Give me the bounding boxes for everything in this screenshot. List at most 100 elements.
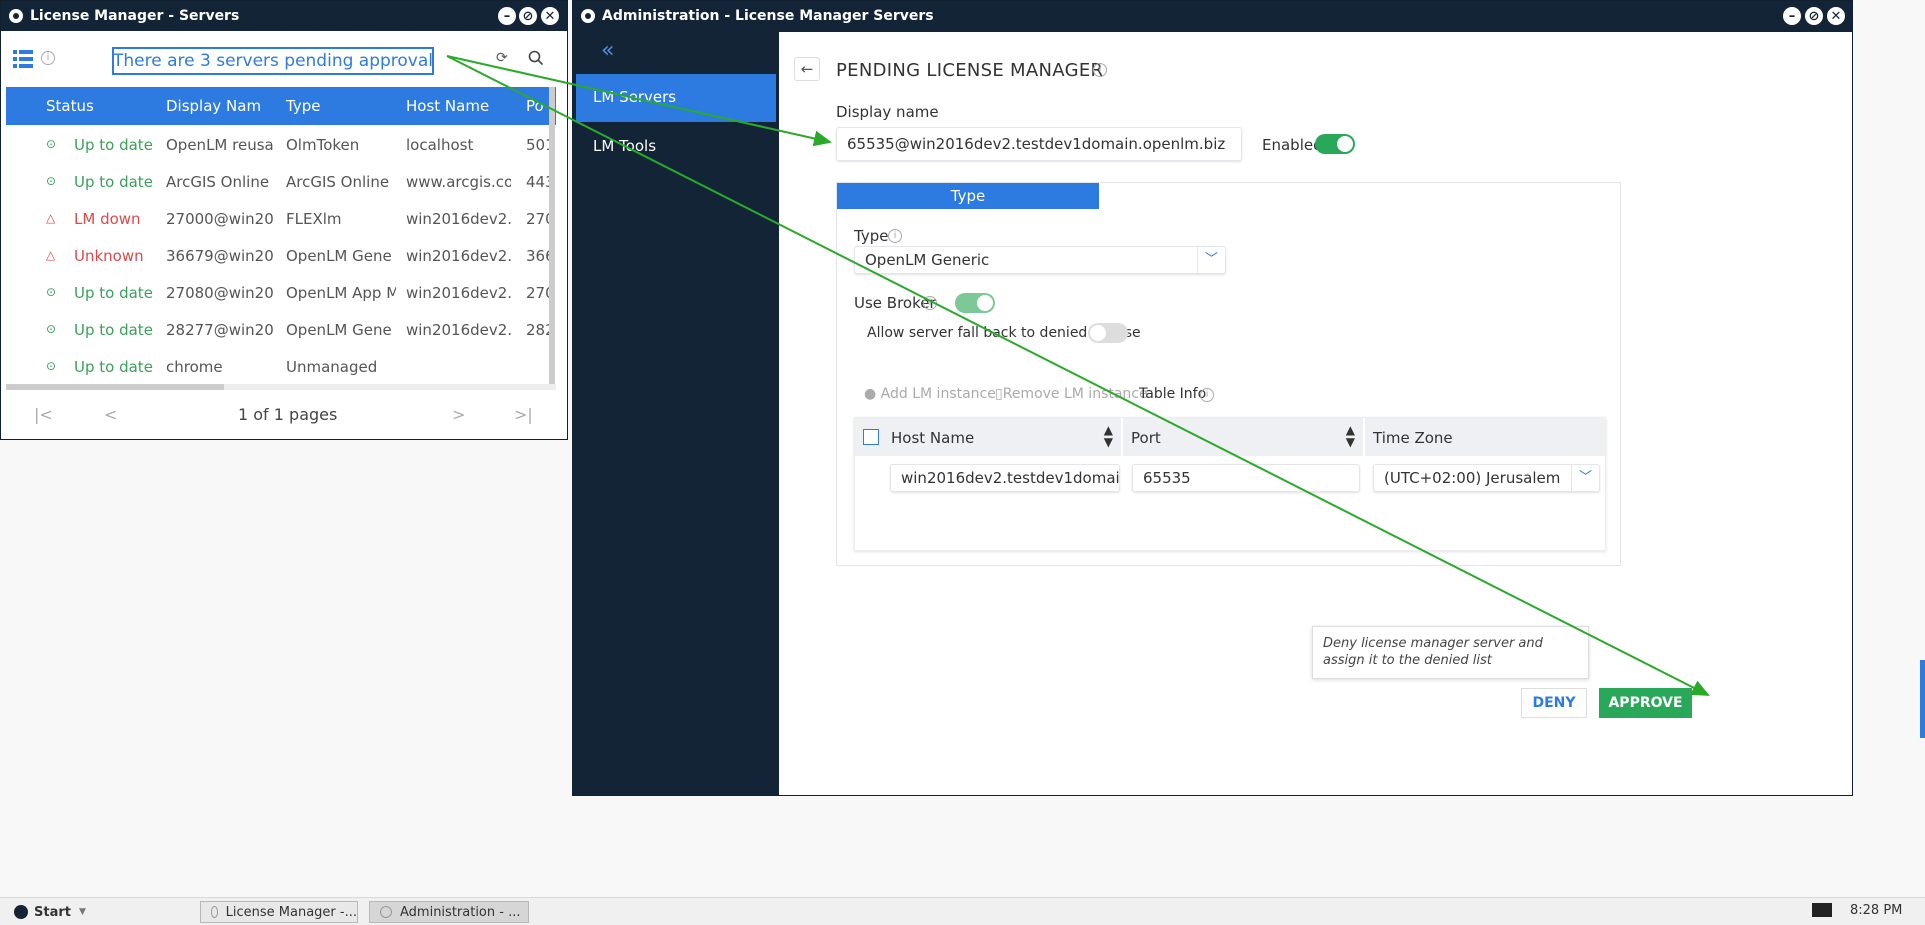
edge-accent (1920, 660, 1925, 738)
col-time-zone[interactable]: Time Zone (1367, 418, 1605, 456)
table-row[interactable]: △ LM down 27000@win20 FLEXlm win2016dev2.t 27… (6, 200, 556, 237)
restore-icon[interactable]: ⊘ (1805, 7, 1823, 25)
col-port[interactable]: Port ▲ ▼ (1125, 418, 1365, 456)
sort-icon[interactable]: ▲ ▼ (1104, 424, 1113, 448)
chevron-down-icon[interactable]: ﹀ (1571, 465, 1599, 491)
info-icon[interactable]: i (41, 51, 55, 65)
remove-lm-instance-button[interactable]: ▯Remove LM instance (995, 386, 1148, 402)
type-select-value: OpenLM Generic (865, 251, 990, 269)
row-type: Unmanaged (286, 358, 378, 376)
table-row[interactable]: ⊙ Up to date ArcGIS Online ArcGIS Online www… (6, 163, 556, 200)
warning-icon: △ (46, 211, 56, 225)
servers-list-icon[interactable] (13, 50, 33, 68)
col-type[interactable]: Type (286, 97, 320, 115)
info-icon[interactable]: i (923, 296, 937, 310)
table-info-label: Table Info (1139, 386, 1207, 402)
next-page-icon[interactable]: > (452, 405, 465, 424)
row-status: Up to date (74, 358, 153, 376)
row-display: 36679@win20 (166, 247, 274, 265)
info-icon[interactable]: i (888, 229, 902, 243)
table-row[interactable]: ⊙ Up to date 28277@win20 OpenLM Gene win2016… (6, 311, 556, 348)
col-host-name[interactable]: Host Name (406, 97, 489, 115)
row-status: Up to date (74, 136, 153, 154)
row-type: ArcGIS Online (286, 173, 390, 191)
taskbar: Start ▼ License Manager -... Administrat… (0, 897, 1925, 925)
chevron-down-icon[interactable]: ﹀ (1197, 247, 1225, 273)
select-all-checkbox[interactable] (863, 429, 879, 445)
chevron-down-icon: ▼ (78, 907, 86, 917)
lm-titlebar[interactable]: License Manager - Servers (1, 1, 567, 31)
prev-page-icon[interactable]: < (104, 405, 117, 424)
close-icon[interactable]: ✕ (541, 7, 559, 25)
row-host: win2016dev2.t (406, 210, 511, 228)
license-manager-window: License Manager - Servers – ⊘ ✕ i There … (0, 0, 568, 440)
info-icon[interactable]: i (1093, 63, 1107, 77)
row-type: OlmToken (286, 136, 360, 154)
table-row[interactable]: ⊙ Up to date OpenLM reusa OlmToken localhost… (6, 126, 556, 163)
pending-approval-link[interactable]: There are 3 servers pending approval (112, 47, 434, 75)
row-display: 27000@win20 (166, 210, 274, 228)
row-display: ArcGIS Online (166, 173, 270, 191)
enabled-toggle[interactable] (1315, 134, 1355, 154)
last-page-icon[interactable]: >| (514, 405, 533, 424)
collapse-sidebar-icon[interactable]: « (601, 38, 614, 63)
col-status[interactable]: Status (46, 97, 94, 115)
row-display: OpenLM reusa (166, 136, 274, 154)
app-logo-icon (9, 9, 23, 23)
deny-button[interactable]: DENY (1521, 688, 1587, 718)
refresh-icon[interactable]: ⟳ (496, 50, 508, 66)
fallback-toggle[interactable] (1088, 323, 1128, 343)
search-icon[interactable] (528, 50, 544, 66)
servers-table-header: Status Display Nam Type Host Name Po (6, 87, 556, 125)
instance-host-input[interactable]: win2016dev2.testdev1domain.openlm.biz (890, 464, 1120, 492)
mail-icon[interactable] (1812, 903, 1832, 917)
enabled-label: Enabled (1262, 136, 1323, 154)
row-status: Up to date (74, 321, 153, 339)
timezone-value: (UTC+02:00) Jerusalem (1384, 469, 1561, 487)
taskbar-item-license-manager[interactable]: License Manager -... (200, 901, 358, 923)
table-row[interactable]: ⊙ Up to date chrome Unmanaged (6, 348, 556, 385)
table-row[interactable]: △ Unknown 36679@win20 OpenLM Gene win2016dev… (6, 237, 556, 274)
clock: 8:28 PM (1850, 903, 1903, 918)
instance-timezone-select[interactable]: (UTC+02:00) Jerusalem ﹀ (1373, 464, 1600, 492)
table-row[interactable]: ⊙ Up to date 27080@win20 OpenLM App M win201… (6, 274, 556, 311)
first-page-icon[interactable]: |< (34, 405, 53, 424)
add-lm-instance-button[interactable]: ● Add LM instance (864, 386, 996, 402)
display-name-input[interactable]: 65535@win2016dev2.testdev1domain.openlm.… (836, 127, 1242, 161)
back-button[interactable]: ← (794, 57, 820, 81)
instances-table: Host Name ▲ ▼ Port ▲ ▼ Time Zone win2016de… (854, 417, 1606, 551)
instance-port-input[interactable]: 65535 (1132, 464, 1360, 492)
horizontal-scrollbar[interactable] (6, 384, 556, 390)
close-icon[interactable]: ✕ (1827, 7, 1845, 25)
trash-icon: ▯ (995, 386, 1003, 402)
info-icon[interactable]: i (1200, 388, 1214, 402)
col-host-name[interactable]: Host Name ▲ ▼ (885, 418, 1123, 456)
display-name-label: Display name (836, 103, 939, 121)
admin-titlebar[interactable]: Administration - License Manager Servers (573, 1, 1852, 31)
row-type: OpenLM Gene (286, 321, 392, 339)
start-button[interactable]: Start ▼ (14, 902, 86, 922)
use-broker-toggle[interactable] (955, 293, 995, 313)
row-status: Unknown (74, 247, 144, 265)
approve-button[interactable]: APPROVE (1599, 688, 1692, 718)
sidebar-item-lm-servers[interactable]: LM Servers (576, 74, 776, 122)
administration-window: Administration - License Manager Servers… (572, 0, 1853, 796)
row-status: Up to date (74, 173, 153, 191)
row-host: localhost (406, 136, 474, 154)
row-host: win2016dev2.t (406, 284, 511, 302)
vertical-scrollbar[interactable] (549, 87, 555, 384)
minimize-icon[interactable]: – (1783, 7, 1801, 25)
tab-type[interactable]: Type (837, 183, 1099, 209)
pager: |< < 1 of 1 pages > >| (6, 393, 556, 435)
check-circle-icon: ⊙ (46, 174, 57, 188)
sidebar-item-lm-tools[interactable]: LM Tools (576, 123, 776, 171)
col-display-name[interactable]: Display Nam (166, 97, 261, 115)
minimize-icon[interactable]: – (498, 7, 516, 25)
taskbar-item-administration[interactable]: Administration - ... (369, 901, 529, 923)
deny-tooltip: Deny license manager server and assign i… (1312, 626, 1589, 679)
type-select[interactable]: OpenLM Generic ﹀ (854, 246, 1226, 274)
sort-icon[interactable]: ▲ ▼ (1346, 424, 1355, 448)
restore-icon[interactable]: ⊘ (519, 7, 537, 25)
col-port[interactable]: Po (526, 97, 544, 115)
type-label: Type (854, 227, 889, 245)
